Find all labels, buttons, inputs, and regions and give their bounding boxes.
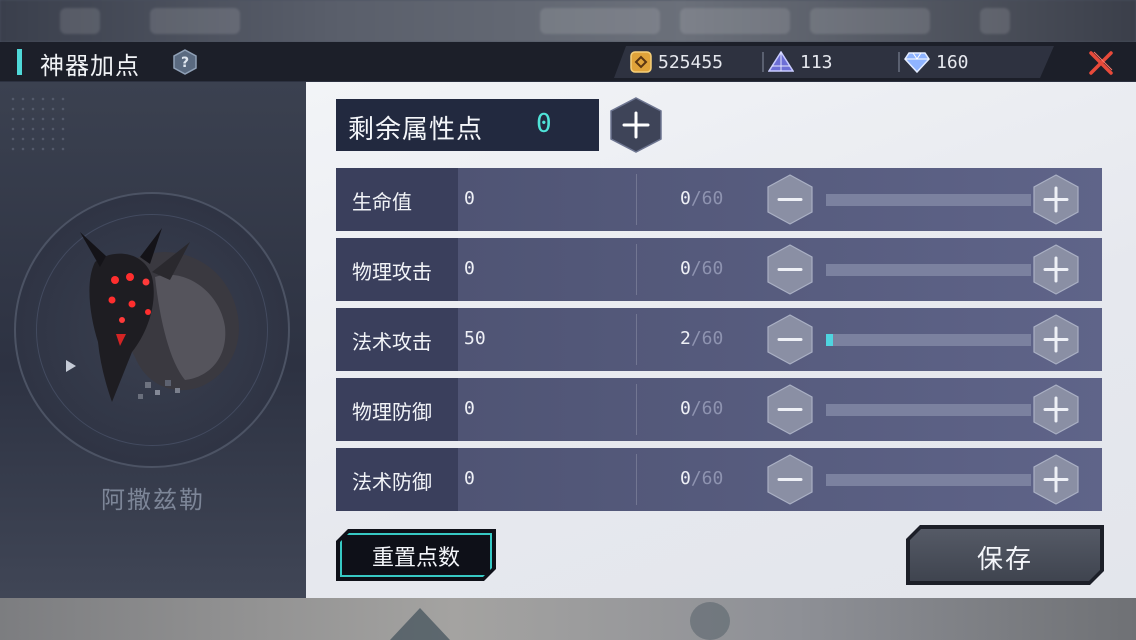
level-progress-track (826, 474, 1031, 486)
artifact-preview-panel: 阿撒兹勒 (0, 82, 306, 598)
crystal-amount: 113 (800, 51, 833, 73)
stat-level-max: /60 (690, 328, 724, 349)
stat-row-3: 物理防御 0 0/60 (336, 378, 1102, 441)
currency-gold[interactable]: 525455 (630, 46, 723, 78)
currency-bar: 525455 113 160 (614, 46, 1054, 78)
stat-name: 物理攻击 (352, 260, 432, 284)
increase-button[interactable] (1032, 383, 1080, 436)
level-progress-track (826, 194, 1031, 206)
stat-level: 0/60 (680, 258, 723, 279)
stat-level-current: 0 (680, 468, 691, 489)
stat-level-max: /60 (690, 468, 724, 489)
diamond-gem-icon (904, 51, 930, 73)
decorative-dots (8, 94, 68, 154)
stat-level: 2/60 (680, 328, 723, 349)
add-points-button[interactable] (608, 96, 664, 154)
stat-divider (636, 454, 637, 505)
background-blob (60, 8, 100, 34)
level-progress-track (826, 404, 1031, 416)
help-icon[interactable]: ? (172, 49, 198, 75)
stat-name-cell: 物理攻击 (336, 238, 458, 301)
rotate-arrow-icon[interactable] (64, 358, 78, 374)
stat-divider (636, 314, 637, 365)
increase-button[interactable] (1032, 173, 1080, 226)
currency-divider (898, 52, 900, 72)
stat-level-max: /60 (690, 258, 724, 279)
stat-level-current: 2 (680, 328, 691, 349)
stat-level: 0/60 (680, 188, 723, 209)
stat-level-current: 0 (680, 398, 691, 419)
svg-text:?: ? (181, 55, 189, 71)
stat-name: 生命值 (352, 190, 412, 214)
top-bar: 神器加点 ? 525455 113 160 (0, 42, 1136, 82)
stat-name: 法术攻击 (352, 330, 432, 354)
remaining-points-value: 0 (536, 109, 552, 139)
remaining-points-label: 剩余属性点 (348, 115, 484, 145)
gold-amount: 525455 (658, 51, 724, 73)
stat-level-current: 0 (680, 258, 691, 279)
stat-level-max: /60 (690, 188, 724, 209)
stat-row-1: 物理攻击 0 0/60 (336, 238, 1102, 301)
reset-points-button[interactable]: 重置点数 (336, 529, 496, 581)
stat-name: 法术防御 (352, 470, 432, 494)
background-blob (980, 8, 1010, 34)
close-icon[interactable] (1088, 50, 1114, 76)
reset-button-label: 重置点数 (371, 546, 460, 571)
background-shape (690, 602, 730, 640)
background-bottom-blur (0, 598, 1136, 640)
page-title: 神器加点 (40, 52, 140, 80)
stat-name: 物理防御 (352, 400, 432, 424)
level-progress-fill (826, 334, 833, 346)
diamond-amount: 160 (936, 51, 969, 73)
attribute-panel: 剩余属性点 0 生命值 0 0/60 物理攻击 0 0/60 法术攻击 50 2… (306, 82, 1136, 598)
save-button[interactable]: 保存 (906, 525, 1104, 585)
title-accent-bar (17, 49, 22, 75)
artifact-creature-image[interactable] (60, 222, 260, 412)
background-blob (540, 8, 660, 34)
background-blob (810, 8, 930, 34)
increase-button[interactable] (1032, 243, 1080, 296)
stat-value: 0 (464, 188, 475, 209)
stat-name-cell: 生命值 (336, 168, 458, 231)
decrease-button[interactable] (766, 453, 814, 506)
stat-level-max: /60 (690, 398, 724, 419)
decrease-button[interactable] (766, 173, 814, 226)
currency-divider (762, 52, 764, 72)
artifact-name: 阿撒兹勒 (101, 486, 205, 514)
currency-diamond[interactable]: 160 (904, 46, 969, 78)
decrease-button[interactable] (766, 313, 814, 366)
stat-name-cell: 法术攻击 (336, 308, 458, 371)
stat-divider (636, 174, 637, 225)
save-button-label: 保存 (976, 545, 1033, 575)
stat-row-0: 生命值 0 0/60 (336, 168, 1102, 231)
stat-value: 0 (464, 468, 475, 489)
stat-row-2: 法术攻击 50 2/60 (336, 308, 1102, 371)
stat-name-cell: 物理防御 (336, 378, 458, 441)
stat-level: 0/60 (680, 398, 723, 419)
level-progress-track (826, 334, 1031, 346)
stat-value: 0 (464, 398, 475, 419)
remaining-points-box: 剩余属性点 0 (336, 99, 599, 151)
background-blob (150, 8, 240, 34)
background-shape (390, 608, 450, 640)
level-progress-track (826, 264, 1031, 276)
stat-divider (636, 244, 637, 295)
stat-value: 0 (464, 258, 475, 279)
gold-coin-icon (630, 51, 652, 73)
decrease-button[interactable] (766, 243, 814, 296)
stat-row-4: 法术防御 0 0/60 (336, 448, 1102, 511)
decrease-button[interactable] (766, 383, 814, 436)
increase-button[interactable] (1032, 453, 1080, 506)
stat-level-current: 0 (680, 188, 691, 209)
stat-name-cell: 法术防御 (336, 448, 458, 511)
background-top-blur (0, 0, 1136, 42)
background-blob (680, 8, 790, 34)
stat-level: 0/60 (680, 468, 723, 489)
increase-button[interactable] (1032, 313, 1080, 366)
stat-value: 50 (464, 328, 486, 349)
currency-crystal[interactable]: 113 (768, 46, 833, 78)
stat-divider (636, 384, 637, 435)
crystal-pyramid-icon (768, 51, 794, 73)
